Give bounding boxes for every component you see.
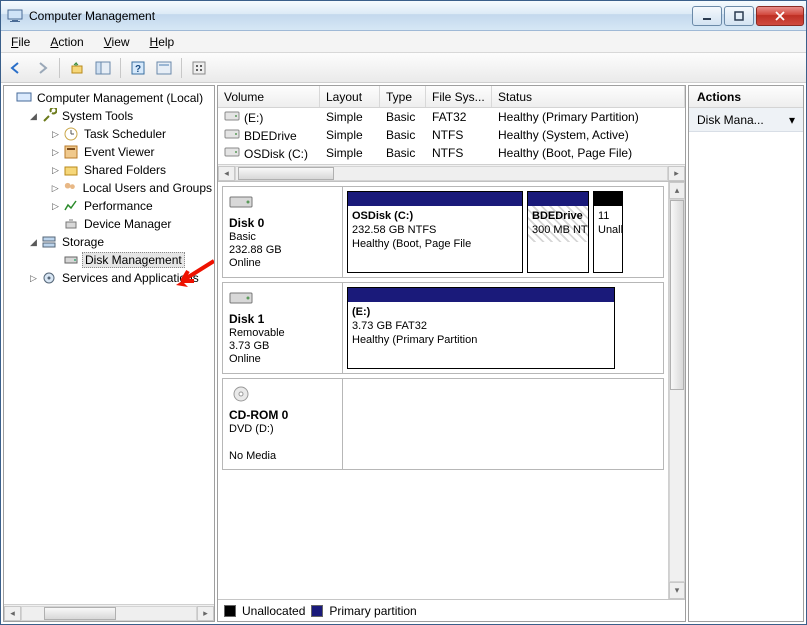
menu-view[interactable]: View — [100, 33, 134, 51]
col-filesystem[interactable]: File Sys... — [426, 86, 492, 107]
legend-unallocated-swatch — [224, 605, 236, 617]
help-button[interactable]: ? — [127, 57, 149, 79]
volume-header: Volume Layout Type File Sys... Status — [218, 86, 685, 108]
services-icon — [41, 270, 57, 286]
disk-management-icon — [63, 252, 79, 268]
expand-icon[interactable]: ▷ — [50, 165, 61, 176]
actions-disk-management[interactable]: Disk Mana... ▾ — [689, 108, 803, 132]
computer-icon — [16, 90, 32, 106]
toolbar: ? — [1, 53, 806, 83]
properties-button[interactable] — [153, 57, 175, 79]
disk-info: Disk 0Basic232.88 GBOnline — [223, 187, 343, 277]
refresh-button[interactable] — [188, 57, 210, 79]
tree-task-scheduler[interactable]: ▷ Task Scheduler — [8, 125, 214, 143]
disk-row[interactable]: Disk 0Basic232.88 GBOnlineOSDisk (C:)232… — [222, 186, 664, 278]
tree-pane: Computer Management (Local) ◢ System Too… — [3, 85, 215, 622]
col-type[interactable]: Type — [380, 86, 426, 107]
legend-primary-label: Primary partition — [329, 604, 416, 618]
tree-horizontal-scrollbar[interactable]: ◂ ▸ — [4, 604, 214, 621]
expand-icon[interactable]: ▷ — [50, 183, 60, 194]
tree-shared-folders[interactable]: ▷ Shared Folders — [8, 161, 214, 179]
window-title: Computer Management — [29, 9, 690, 23]
disk-info: Disk 1Removable3.73 GBOnline — [223, 283, 343, 373]
disk-vertical-scrollbar[interactable]: ▴ ▾ — [668, 182, 685, 599]
disk-partitions: (E:)3.73 GB FAT32Healthy (Primary Partit… — [343, 283, 663, 373]
actions-header: Actions — [689, 86, 803, 108]
menubar: File Action View Help — [1, 31, 806, 53]
clock-icon — [63, 126, 79, 142]
scroll-up-icon[interactable]: ▴ — [669, 182, 685, 199]
body: Computer Management (Local) ◢ System Too… — [1, 83, 806, 624]
window-root: Computer Management File Action View Hel… — [0, 0, 807, 625]
volume-row[interactable]: (E:)SimpleBasicFAT32Healthy (Primary Par… — [218, 108, 685, 126]
menu-action[interactable]: Action — [46, 33, 87, 51]
computer-management-icon — [7, 8, 23, 24]
volume-row[interactable]: OSDisk (C:)SimpleBasicNTFSHealthy (Boot,… — [218, 144, 685, 162]
collapse-icon[interactable]: ◢ — [28, 237, 39, 248]
forward-button[interactable] — [31, 57, 53, 79]
event-viewer-icon — [63, 144, 79, 160]
tree-performance[interactable]: ▷ Performance — [8, 197, 214, 215]
legend-unallocated-label: Unallocated — [242, 604, 305, 618]
col-layout[interactable]: Layout — [320, 86, 380, 107]
col-volume[interactable]: Volume — [218, 86, 320, 107]
users-icon — [62, 180, 77, 196]
show-hide-tree-button[interactable] — [92, 57, 114, 79]
titlebar[interactable]: Computer Management — [1, 1, 806, 31]
disk-partitions — [343, 379, 663, 469]
expand-icon[interactable]: ▷ — [28, 273, 39, 284]
volume-row[interactable]: BDEDriveSimpleBasicNTFSHealthy (System, … — [218, 126, 685, 144]
tree-device-manager[interactable]: ▷ Device Manager — [8, 215, 214, 233]
disk-partitions: OSDisk (C:)232.58 GB NTFSHealthy (Boot, … — [343, 187, 663, 277]
scroll-down-icon[interactable]: ▾ — [669, 582, 685, 599]
center-pane: Volume Layout Type File Sys... Status (E… — [217, 85, 686, 622]
menu-help[interactable]: Help — [146, 33, 179, 51]
legend: Unallocated Primary partition — [218, 599, 685, 621]
shared-folders-icon — [63, 162, 79, 178]
storage-icon — [41, 234, 57, 250]
tree-view[interactable]: Computer Management (Local) ◢ System Too… — [4, 86, 214, 604]
tree-services-apps[interactable]: ▷ Services and Applications — [8, 269, 214, 287]
volume-list: Volume Layout Type File Sys... Status (E… — [218, 86, 685, 182]
menu-file[interactable]: File — [7, 33, 34, 51]
actions-pane: Actions Disk Mana... ▾ — [688, 85, 804, 622]
expand-icon[interactable]: ▷ — [50, 201, 61, 212]
up-button[interactable] — [66, 57, 88, 79]
minimize-button[interactable] — [692, 6, 722, 26]
expand-icon[interactable]: ▷ — [50, 129, 61, 140]
back-button[interactable] — [5, 57, 27, 79]
legend-primary-swatch — [311, 605, 323, 617]
collapse-icon[interactable]: ◢ — [28, 111, 39, 122]
partition[interactable]: BDEDrive300 MB NTFS — [527, 191, 589, 273]
device-manager-icon — [63, 216, 79, 232]
partition[interactable]: (E:)3.73 GB FAT32Healthy (Primary Partit… — [347, 287, 615, 369]
disk-row[interactable]: Disk 1Removable3.73 GBOnline(E:)3.73 GB … — [222, 282, 664, 374]
tree-system-tools[interactable]: ◢ System Tools — [8, 107, 214, 125]
svg-text:?: ? — [135, 64, 141, 75]
disk-info: CD-ROM 0DVD (D:)No Media — [223, 379, 343, 469]
scroll-right-icon[interactable]: ▸ — [197, 606, 214, 621]
volume-horizontal-scrollbar[interactable]: ◂ ▸ — [218, 164, 685, 181]
scroll-right-icon[interactable]: ▸ — [668, 166, 685, 181]
scroll-left-icon[interactable]: ◂ — [218, 166, 235, 181]
close-button[interactable] — [756, 6, 804, 26]
disk-row[interactable]: CD-ROM 0DVD (D:)No Media — [222, 378, 664, 470]
tree-local-users[interactable]: ▷ Local Users and Groups — [8, 179, 214, 197]
tree-event-viewer[interactable]: ▷ Event Viewer — [8, 143, 214, 161]
tree-storage[interactable]: ◢ Storage — [8, 233, 214, 251]
tools-icon — [41, 108, 57, 124]
disk-map: Disk 0Basic232.88 GBOnlineOSDisk (C:)232… — [218, 182, 685, 599]
performance-icon — [63, 198, 79, 214]
col-status[interactable]: Status — [492, 86, 685, 107]
scroll-left-icon[interactable]: ◂ — [4, 606, 21, 621]
maximize-button[interactable] — [724, 6, 754, 26]
tree-root[interactable]: Computer Management (Local) — [8, 89, 214, 107]
tree-disk-management[interactable]: ▷ Disk Management — [8, 251, 214, 269]
partition[interactable]: OSDisk (C:)232.58 GB NTFSHealthy (Boot, … — [347, 191, 523, 273]
dropdown-icon[interactable]: ▾ — [789, 113, 795, 127]
expand-icon[interactable]: ▷ — [50, 147, 61, 158]
partition[interactable]: 11Unallocated — [593, 191, 623, 273]
